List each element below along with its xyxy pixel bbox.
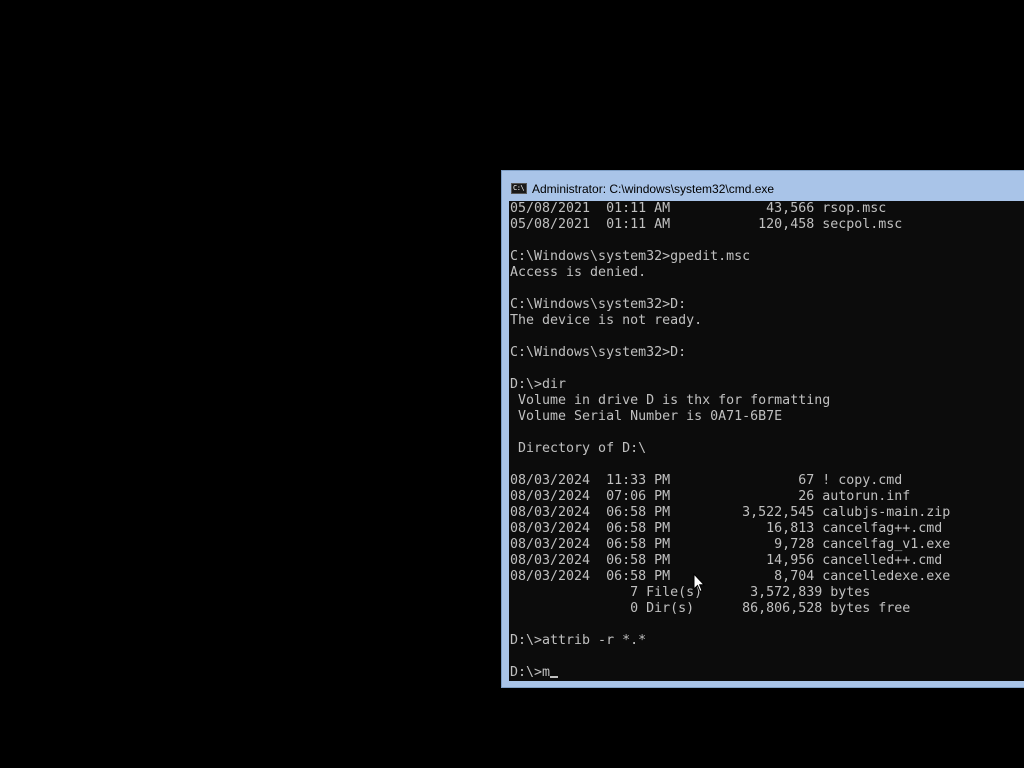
console-line: C:\Windows\system32>D:	[510, 297, 687, 312]
console-lines: 05/08/2021 01:11 AM 43,566 rsop.msc 05/08…	[510, 201, 950, 681]
desktop-background: C:\ Administrator: C:\windows\system32\c…	[0, 0, 1024, 768]
window-title: Administrator: C:\windows\system32\cmd.e…	[532, 182, 775, 196]
console-line: Volume in drive D is thx for formatting	[510, 393, 831, 408]
cmd-app-icon[interactable]: C:\	[511, 183, 527, 194]
console-line: D:\>dir	[510, 377, 567, 392]
console-line: Access is denied.	[510, 265, 647, 280]
console-current-input[interactable]: m	[542, 665, 550, 680]
console-line: 7 File(s) 3,572,839 bytes	[510, 585, 871, 600]
console-line: 08/03/2024 11:33 PM 67 ! copy.cmd	[510, 473, 903, 488]
console-line: 0 Dir(s) 86,806,528 bytes free	[510, 601, 911, 616]
console-line: 08/03/2024 06:58 PM 3,522,545 calubjs-ma…	[510, 505, 951, 520]
title-bar[interactable]: C:\ Administrator: C:\windows\system32\c…	[502, 171, 1024, 201]
cmd-window[interactable]: C:\ Administrator: C:\windows\system32\c…	[501, 170, 1024, 688]
console-line: 08/03/2024 06:58 PM 16,813 cancelfag++.c…	[510, 521, 943, 536]
console-line: 05/08/2021 01:11 AM 120,458 secpol.msc	[510, 217, 903, 232]
arrow-cursor-icon	[693, 573, 705, 593]
console-line: 08/03/2024 06:58 PM 9,728 cancelfag_v1.e…	[510, 537, 951, 552]
console-output-area[interactable]: 05/08/2021 01:11 AM 43,566 rsop.msc 05/08…	[509, 201, 1024, 681]
console-line: 05/08/2021 01:11 AM 43,566 rsop.msc	[510, 201, 887, 216]
console-line: 08/03/2024 07:06 PM 26 autorun.inf	[510, 489, 911, 504]
console-line: Directory of D:\	[510, 441, 647, 456]
console-line: D:\>attrib -r *.*	[510, 633, 647, 648]
console-line: 08/03/2024 06:58 PM 14,956 cancelled++.c…	[510, 553, 943, 568]
console-line: 08/03/2024 06:58 PM 8,704 cancelledexe.e…	[510, 569, 951, 584]
console-line: The device is not ready.	[510, 313, 703, 328]
console-prompt-line[interactable]: D:\>m	[510, 665, 950, 681]
text-cursor-icon	[550, 676, 559, 678]
console-prompt: D:\>	[510, 665, 543, 680]
console-line: C:\Windows\system32>D:	[510, 345, 687, 360]
cmd-app-icon-label: C:\	[513, 184, 525, 192]
console-line: Volume Serial Number is 0A71-6B7E	[510, 409, 783, 424]
console-line: C:\Windows\system32>gpedit.msc	[510, 249, 751, 264]
